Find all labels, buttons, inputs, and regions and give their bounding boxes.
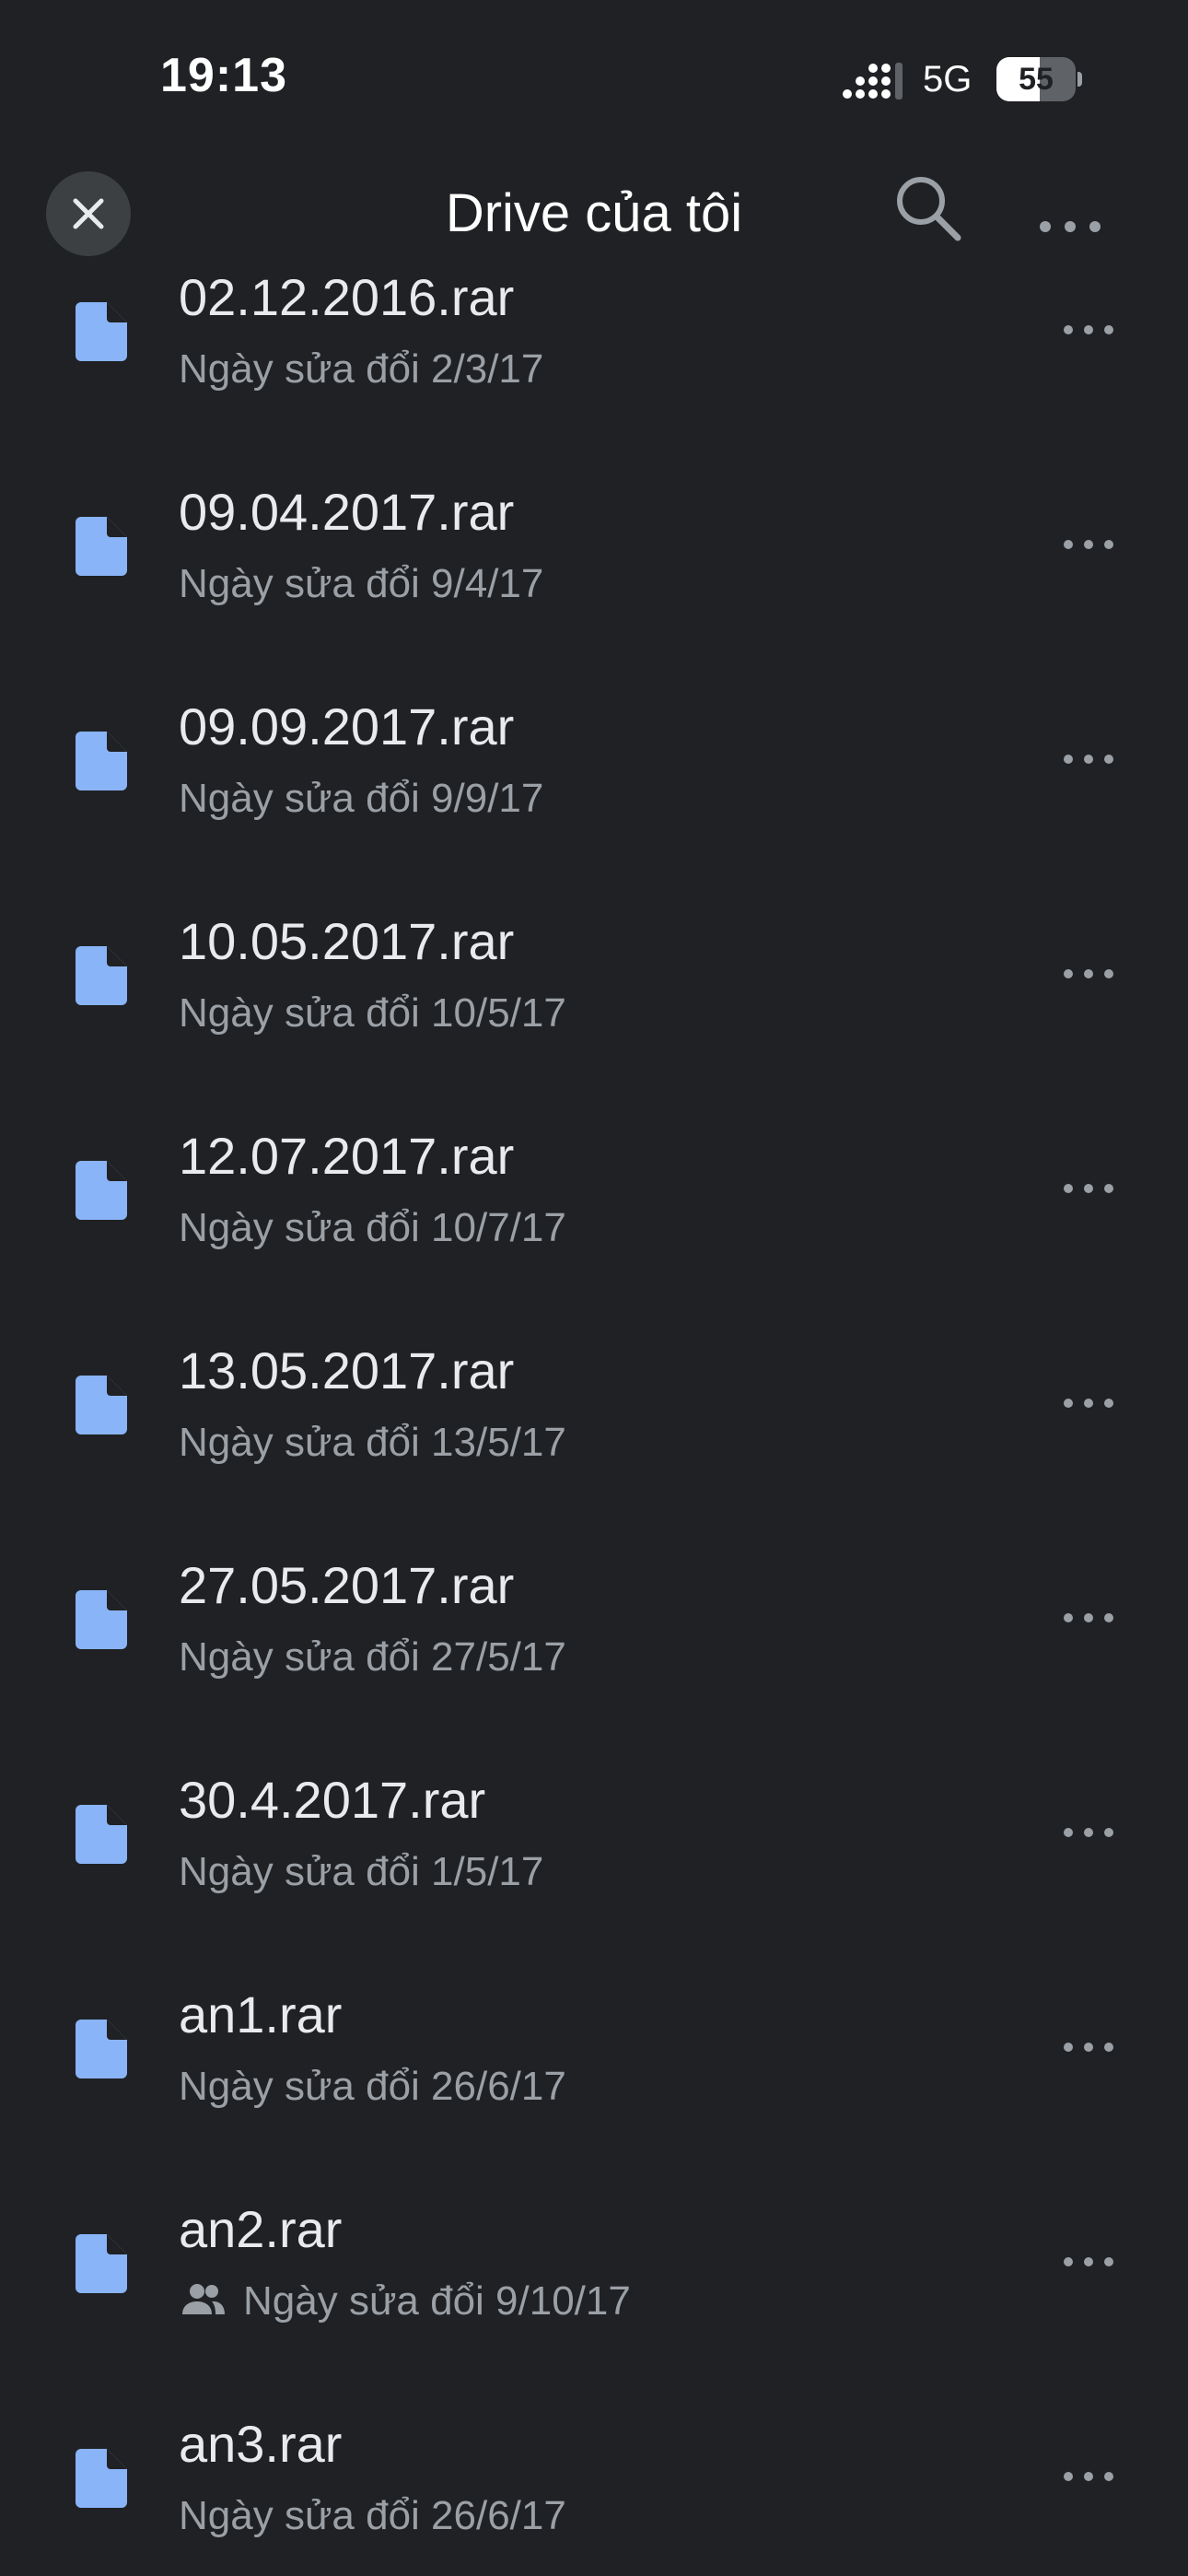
file-name: 27.05.2017.rar xyxy=(179,1556,515,1614)
search-icon xyxy=(897,177,961,241)
file-modified-date: Ngày sửa đổi 9/10/17 xyxy=(179,2278,631,2324)
file-modified-label: Ngày sửa đổi 9/9/17 xyxy=(179,776,544,821)
search-button[interactable] xyxy=(888,168,971,251)
file-row[interactable]: 09.09.2017.rar Ngày sửa đổi 9/9/17 xyxy=(0,678,1188,893)
file-modified-label: Ngày sửa đổi 13/5/17 xyxy=(179,1420,566,1465)
file-more-options-button[interactable] xyxy=(1050,1805,1127,1860)
file-more-options-button[interactable] xyxy=(1050,2020,1127,2075)
file-list[interactable]: 02.12.2016.rar Ngày sửa đổi 2/3/17 09.04.2… xyxy=(0,249,1188,2576)
file-modified-label: Ngày sửa đổi 2/3/17 xyxy=(179,346,544,392)
status-bar: 19:13 5G 55 xyxy=(0,0,1188,157)
file-modified-label: Ngày sửa đổi 26/6/17 xyxy=(179,2064,566,2109)
file-more-options-button[interactable] xyxy=(1050,946,1127,1001)
file-row[interactable]: 12.07.2017.rar Ngày sửa đổi 10/7/17 xyxy=(0,1107,1188,1322)
close-button[interactable] xyxy=(46,171,131,256)
file-row[interactable]: 02.12.2016.rar Ngày sửa đổi 2/3/17 xyxy=(0,249,1188,463)
file-row[interactable]: an1.rar Ngày sửa đổi 26/6/17 xyxy=(0,1966,1188,2181)
file-more-options-button[interactable] xyxy=(1050,2449,1127,2504)
file-row[interactable]: an3.rar Ngày sửa đổi 26/6/17 xyxy=(0,2395,1188,2576)
file-name: 13.05.2017.rar xyxy=(179,1341,515,1399)
file-more-options-button[interactable] xyxy=(1050,1376,1127,1431)
file-more-options-button[interactable] xyxy=(1050,732,1127,787)
file-name: 10.05.2017.rar xyxy=(179,912,515,970)
file-modified-date: Ngày sửa đổi 26/6/17 xyxy=(179,2064,566,2110)
page-title: Drive của tôi xyxy=(445,183,743,243)
file-icon xyxy=(76,1161,127,1220)
more-horizontal-icon xyxy=(1040,221,1101,232)
file-modified-date: Ngày sửa đổi 26/6/17 xyxy=(179,2493,566,2539)
file-name: 09.09.2017.rar xyxy=(179,697,515,755)
file-more-options-button[interactable] xyxy=(1050,1161,1127,1216)
file-icon xyxy=(76,2020,127,2078)
battery-icon: 55 xyxy=(996,57,1082,101)
network-label: 5G xyxy=(923,59,973,100)
file-more-options-button[interactable] xyxy=(1050,2234,1127,2289)
file-modified-date: Ngày sửa đổi 1/5/17 xyxy=(179,1849,543,1895)
file-modified-label: Ngày sửa đổi 10/7/17 xyxy=(179,1205,566,1250)
file-modified-date: Ngày sửa đổi 27/5/17 xyxy=(179,1634,566,1680)
file-name: 02.12.2016.rar xyxy=(179,268,515,326)
file-name: 09.04.2017.rar xyxy=(179,483,515,541)
close-icon xyxy=(73,198,104,229)
file-more-options-button[interactable] xyxy=(1050,517,1127,572)
file-modified-label: Ngày sửa đổi 9/4/17 xyxy=(179,561,544,606)
file-modified-label: Ngày sửa đổi 26/6/17 xyxy=(179,2493,566,2538)
file-name: 12.07.2017.rar xyxy=(179,1127,515,1185)
file-modified-date: Ngày sửa đổi 9/9/17 xyxy=(179,776,543,822)
file-icon xyxy=(76,1590,127,1649)
file-icon xyxy=(76,732,127,790)
file-more-options-button[interactable] xyxy=(1050,302,1127,357)
file-modified-label: Ngày sửa đổi 10/5/17 xyxy=(179,990,566,1036)
file-modified-date: Ngày sửa đổi 9/4/17 xyxy=(179,561,543,607)
file-icon xyxy=(76,517,127,576)
file-icon xyxy=(76,946,127,1005)
shared-people-icon xyxy=(182,2284,225,2315)
file-name: 30.4.2017.rar xyxy=(179,1771,486,1829)
file-row[interactable]: an2.rar Ngày sửa đổi 9/10/17 xyxy=(0,2181,1188,2395)
file-name: an2.rar xyxy=(179,2200,343,2258)
file-modified-label: Ngày sửa đổi 1/5/17 xyxy=(179,1849,544,1894)
battery-level: 55 xyxy=(1019,62,1054,97)
file-row[interactable]: 13.05.2017.rar Ngày sửa đổi 13/5/17 xyxy=(0,1322,1188,1537)
file-row[interactable]: 27.05.2017.rar Ngày sửa đổi 27/5/17 xyxy=(0,1537,1188,1751)
signal-icon xyxy=(843,63,903,100)
file-row[interactable]: 10.05.2017.rar Ngày sửa đổi 10/5/17 xyxy=(0,893,1188,1107)
file-more-options-button[interactable] xyxy=(1050,1590,1127,1645)
file-icon xyxy=(76,302,127,361)
file-row[interactable]: 30.4.2017.rar Ngày sửa đổi 1/5/17 xyxy=(0,1751,1188,1966)
status-time: 19:13 xyxy=(160,49,287,102)
file-name: an3.rar xyxy=(179,2415,343,2473)
file-modified-date: Ngày sửa đổi 2/3/17 xyxy=(179,346,543,392)
file-modified-label: Ngày sửa đổi 9/10/17 xyxy=(243,2278,631,2324)
file-icon xyxy=(76,1376,127,1434)
file-icon xyxy=(76,2234,127,2293)
file-modified-date: Ngày sửa đổi 13/5/17 xyxy=(179,1420,566,1466)
file-icon xyxy=(76,2449,127,2508)
file-row[interactable]: 09.04.2017.rar Ngày sửa đổi 9/4/17 xyxy=(0,463,1188,678)
file-name: an1.rar xyxy=(179,1985,343,2043)
file-modified-label: Ngày sửa đổi 27/5/17 xyxy=(179,1634,566,1680)
file-modified-date: Ngày sửa đổi 10/5/17 xyxy=(179,990,566,1036)
file-modified-date: Ngày sửa đổi 10/7/17 xyxy=(179,1205,566,1251)
file-icon xyxy=(76,1805,127,1864)
more-options-button[interactable] xyxy=(1028,175,1111,258)
